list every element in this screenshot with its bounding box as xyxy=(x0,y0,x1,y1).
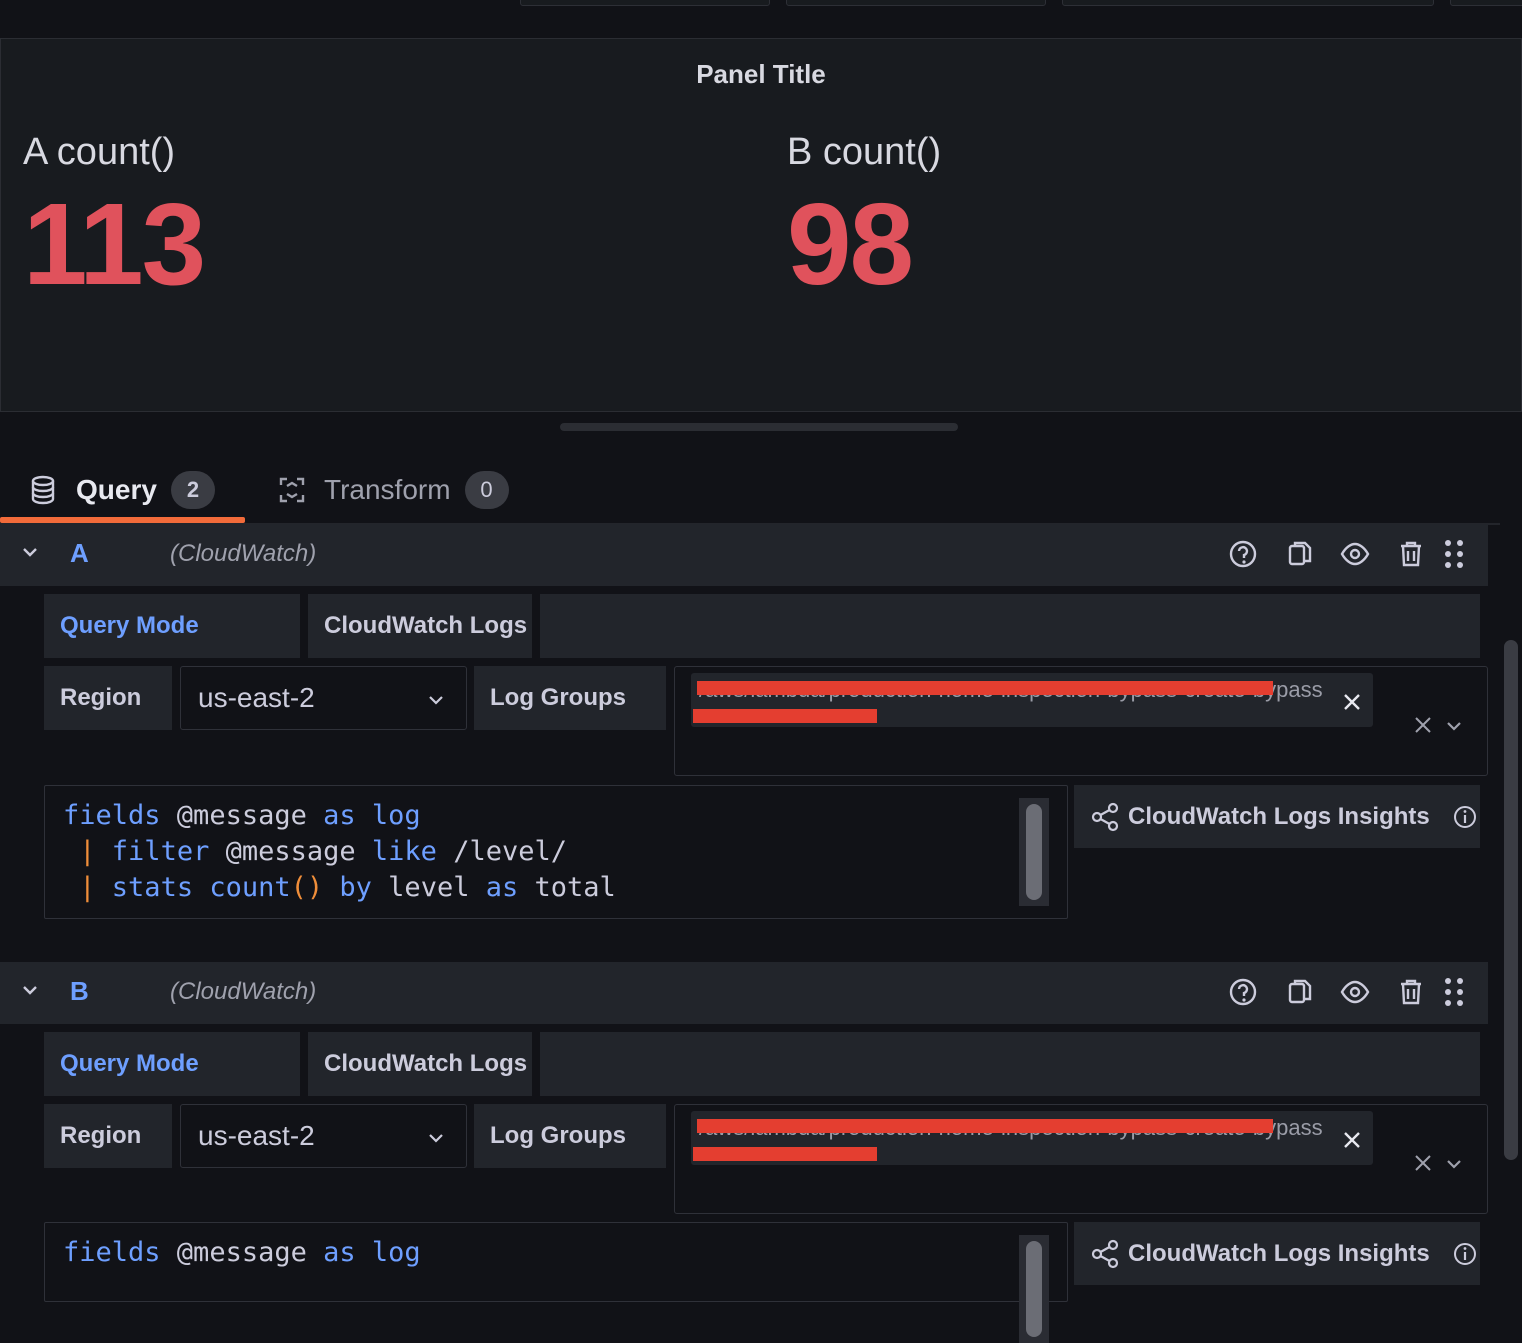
copy-icon[interactable] xyxy=(1282,975,1316,1009)
insights-link-label: CloudWatch Logs Insights xyxy=(1128,1239,1430,1267)
query-mode-spacer xyxy=(540,1032,1480,1096)
redaction-bar xyxy=(697,681,1273,695)
toolbar-control[interactable] xyxy=(1062,0,1434,6)
query-mode-value[interactable]: CloudWatch Logs xyxy=(308,1032,532,1096)
query-row-header[interactable]: B (CloudWatch) xyxy=(0,962,1488,1024)
query-editor[interactable]: fields @message as log | filter @message… xyxy=(44,785,1068,919)
region-select-value: us-east-2 xyxy=(198,1120,315,1151)
redaction-bar xyxy=(693,709,877,723)
tab-query-count: 2 xyxy=(170,471,215,509)
stat-value-b: 98 xyxy=(787,179,914,309)
info-icon[interactable] xyxy=(1452,804,1478,830)
trash-icon[interactable] xyxy=(1394,975,1428,1009)
toolbar-control[interactable] xyxy=(520,0,770,6)
close-icon[interactable] xyxy=(1343,1131,1361,1149)
eye-icon[interactable] xyxy=(1338,975,1372,1009)
editor-scrollbar-thumb[interactable] xyxy=(1026,1241,1042,1337)
region-label: Region xyxy=(44,666,172,730)
chevron-down-icon[interactable] xyxy=(1445,719,1463,733)
toolbar-control[interactable] xyxy=(786,0,1046,6)
close-icon[interactable] xyxy=(1413,715,1433,735)
stat-label-b: B count() xyxy=(787,131,942,173)
query-mode-label: Query Mode xyxy=(44,594,300,658)
log-group-chip: /aws/lambda/production-home-inspection-b… xyxy=(691,673,1373,727)
query-mode-value[interactable]: CloudWatch Logs xyxy=(308,594,532,658)
help-icon[interactable] xyxy=(1226,975,1260,1009)
query-mode-spacer xyxy=(540,594,1480,658)
stat-label-a: A count() xyxy=(23,131,176,173)
transform-icon xyxy=(279,477,305,503)
insights-link[interactable]: CloudWatch Logs Insights xyxy=(1074,785,1480,848)
drag-handle-icon[interactable] xyxy=(1440,975,1468,1009)
editor-scrollbar[interactable] xyxy=(1019,1235,1049,1343)
log-groups-select[interactable]: /aws/lambda/production-home-inspection-b… xyxy=(674,1104,1488,1214)
query-mode-label: Query Mode xyxy=(44,1032,300,1096)
query-row-header[interactable]: A (CloudWatch) xyxy=(0,524,1488,586)
copy-icon[interactable] xyxy=(1282,537,1316,571)
chevron-down-icon[interactable] xyxy=(20,980,40,1000)
tab-transform-label: Transform xyxy=(324,474,451,505)
trash-icon[interactable] xyxy=(1394,537,1428,571)
chevron-down-icon[interactable] xyxy=(1445,1157,1463,1171)
info-icon[interactable] xyxy=(1452,1241,1478,1267)
region-label: Region xyxy=(44,1104,172,1168)
chevron-down-icon xyxy=(429,696,443,705)
tab-transform-count: 0 xyxy=(464,471,509,509)
log-groups-label: Log Groups xyxy=(474,666,666,730)
drag-handle-icon[interactable] xyxy=(1440,537,1468,571)
query-datasource-name: (CloudWatch) xyxy=(170,540,317,567)
redaction-bar xyxy=(693,1147,877,1161)
chevron-down-icon xyxy=(429,1134,443,1143)
editor-scrollbar[interactable] xyxy=(1019,798,1049,906)
tab-query[interactable]: Query 2 xyxy=(30,462,215,518)
panel: Panel Title A count() 113 B count() 98 xyxy=(0,38,1522,412)
close-icon[interactable] xyxy=(1343,693,1361,711)
query-ref-id[interactable]: A xyxy=(70,538,89,569)
log-group-chip: /aws/lambda/production-home-inspection-b… xyxy=(691,1111,1373,1165)
insights-link[interactable]: CloudWatch Logs Insights xyxy=(1074,1222,1480,1285)
region-select[interactable]: us-east-2 xyxy=(180,666,467,730)
insights-link-label: CloudWatch Logs Insights xyxy=(1128,802,1430,830)
editor-scrollbar-thumb[interactable] xyxy=(1026,804,1042,900)
panel-title: Panel Title xyxy=(696,59,826,89)
eye-icon[interactable] xyxy=(1338,537,1372,571)
toolbar-control[interactable] xyxy=(1450,0,1522,6)
query-datasource-name: (CloudWatch) xyxy=(170,978,317,1005)
stat-value-a: 113 xyxy=(23,179,206,309)
log-groups-select[interactable]: /aws/lambda/production-home-inspection-b… xyxy=(674,666,1488,776)
editor-scrollbar[interactable] xyxy=(1504,640,1518,1160)
query-editor[interactable]: fields @message as log xyxy=(44,1222,1068,1343)
query-ref-id[interactable]: B xyxy=(70,976,89,1007)
tab-transform[interactable]: Transform 0 xyxy=(278,462,509,518)
tab-query-label: Query xyxy=(76,474,157,505)
database-icon xyxy=(31,475,55,505)
log-groups-label: Log Groups xyxy=(474,1104,666,1168)
close-icon[interactable] xyxy=(1413,1153,1433,1173)
share-icon xyxy=(1091,802,1119,831)
region-select[interactable]: us-east-2 xyxy=(180,1104,467,1168)
region-select-value: us-east-2 xyxy=(198,682,315,713)
chevron-down-icon[interactable] xyxy=(20,542,40,562)
redaction-bar xyxy=(697,1119,1273,1133)
help-icon[interactable] xyxy=(1226,537,1260,571)
share-icon xyxy=(1091,1239,1119,1268)
panel-resize-handle[interactable] xyxy=(560,423,958,431)
